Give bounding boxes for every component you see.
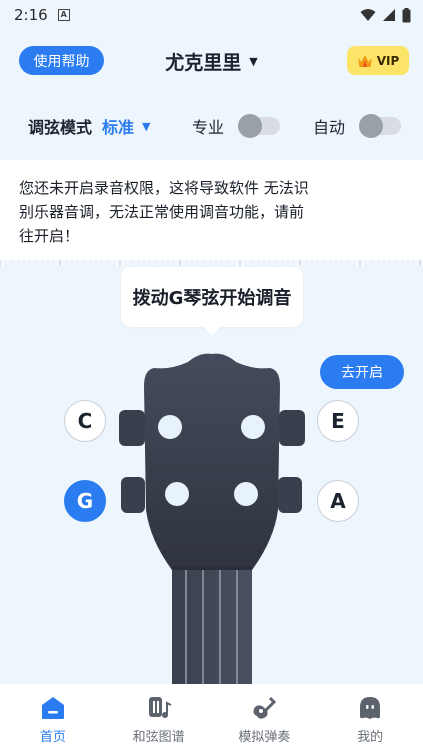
nav-home-label: 首页 xyxy=(39,730,66,745)
tuning-mode-label: 调弦模式 xyxy=(28,118,93,137)
pro-label: 专业 xyxy=(192,118,225,137)
tuner-knob xyxy=(241,415,265,439)
vip-button[interactable]: VIP xyxy=(347,46,409,75)
string-button-c[interactable]: C xyxy=(64,400,106,442)
status-icons xyxy=(360,7,411,23)
toggle-knob xyxy=(359,114,384,138)
tuning-mode-selector[interactable]: 标准 ▼ xyxy=(102,114,150,138)
permission-notice: 您还未开启录音权限，这将导致软件 无法识别乐器音调，无法正常使用调音功能，请前往… xyxy=(0,160,423,389)
guitar-nut xyxy=(172,566,252,570)
profile-ghost-icon xyxy=(360,697,381,719)
nav-home[interactable]: 首页 xyxy=(0,684,106,753)
nav-profile[interactable]: 我的 xyxy=(317,684,423,753)
string-button-g[interactable]: G xyxy=(64,480,106,522)
auto-toggle[interactable] xyxy=(359,114,402,138)
pro-toggle[interactable] xyxy=(238,114,281,138)
tuning-peg xyxy=(121,477,145,513)
guitar-neck xyxy=(172,565,252,685)
home-icon xyxy=(41,697,64,719)
tuning-peg xyxy=(279,410,305,446)
chord-chart-icon xyxy=(148,697,172,718)
caret-down-icon: ▼ xyxy=(142,119,151,133)
auto-label: 自动 xyxy=(313,118,346,137)
wifi-icon xyxy=(360,9,376,21)
caret-down-icon: ▼ xyxy=(249,55,258,68)
status-time: 2:16 xyxy=(14,6,48,24)
toggle-knob xyxy=(238,114,263,138)
nav-simulate-play[interactable]: 模拟弹奏 xyxy=(212,684,318,753)
pro-group: 专业 xyxy=(192,114,281,138)
ukulele-headstock xyxy=(119,353,305,685)
nav-simulate-play-label: 模拟弹奏 xyxy=(238,730,291,745)
string-button-e[interactable]: E xyxy=(317,400,359,442)
nav-profile-label: 我的 xyxy=(357,730,384,745)
crown-icon xyxy=(357,54,372,67)
tuning-mode-value: 标准 xyxy=(102,118,135,137)
tuner-knob xyxy=(234,482,258,506)
tuning-peg xyxy=(278,477,302,513)
instrument-name: 尤克里里 xyxy=(165,52,242,74)
permission-message: 您还未开启录音权限，这将导致软件 无法识别乐器音调，无法正常使用调音功能，请前往… xyxy=(19,179,309,245)
headstock-body xyxy=(144,353,280,570)
sim-icon: A xyxy=(57,9,70,21)
string-button-a[interactable]: A xyxy=(317,480,359,522)
nav-chord-chart-label: 和弦图谱 xyxy=(132,730,185,745)
signal-icon xyxy=(383,9,395,21)
vip-label: VIP xyxy=(376,53,400,68)
tuning-prompt: 拨动G琴弦开始调音 xyxy=(121,267,303,336)
tuning-peg xyxy=(119,410,145,446)
tuner-knob xyxy=(165,482,189,506)
tuning-mode-row: 调弦模式 标准 ▼ 专业 自动 xyxy=(28,112,403,140)
bottom-nav: 首页 和弦图谱 模拟弹奏 我的 xyxy=(0,684,423,753)
nav-chord-chart[interactable]: 和弦图谱 xyxy=(106,684,212,753)
guitar-icon xyxy=(253,696,277,719)
battery-icon xyxy=(402,7,411,22)
status-bar: 2:16 A xyxy=(0,0,423,30)
auto-group: 自动 xyxy=(313,114,402,138)
tuner-knob xyxy=(158,415,182,439)
